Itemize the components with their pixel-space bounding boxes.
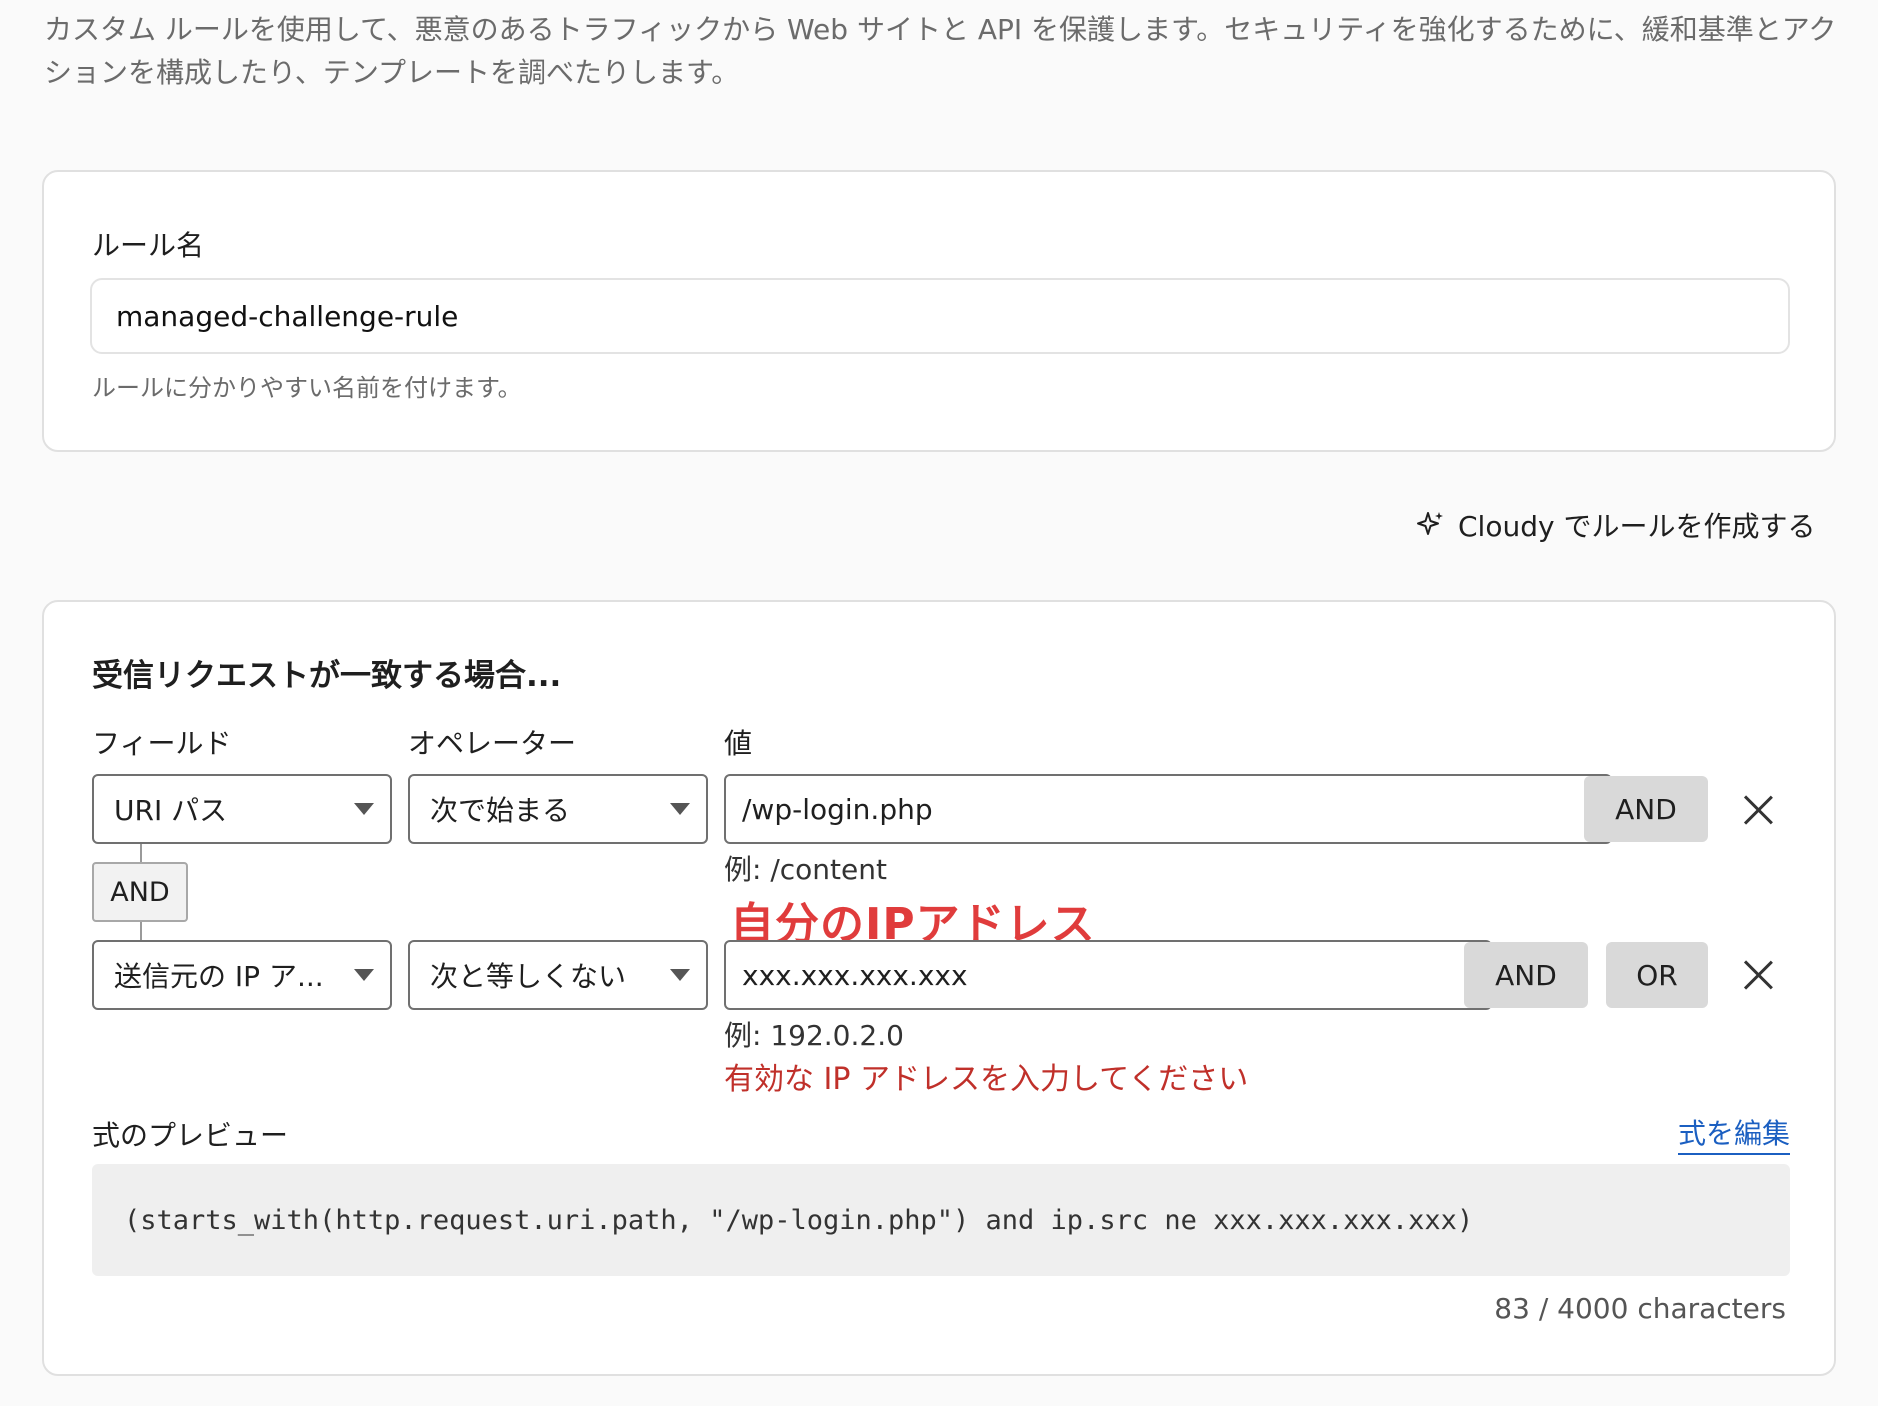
field-select-1[interactable]: URI パス: [92, 774, 392, 844]
operator-select-2[interactable]: 次と等しくない: [408, 940, 708, 1010]
sparkle-icon: [1417, 512, 1443, 535]
value-example-2: 例: 192.0.2.0: [724, 1019, 904, 1052]
chevron-down-icon: [354, 969, 374, 981]
value-input-1[interactable]: /wp-login.php: [724, 774, 1612, 844]
value-input-1-text: /wp-login.php: [742, 792, 933, 826]
expression-preview-box: (starts_with(http.request.uri.path, "/wp…: [92, 1164, 1790, 1276]
field-select-1-value: URI パス: [114, 794, 228, 827]
edit-expression-link[interactable]: 式を編集: [1678, 1112, 1791, 1155]
chevron-down-icon: [670, 803, 690, 815]
operator-select-1[interactable]: 次で始まる: [408, 774, 708, 844]
or-button-2[interactable]: OR: [1606, 942, 1708, 1008]
rule-name-label: ルール名: [92, 229, 205, 262]
rule-name-help: ルールに分かりやすい名前を付けます。: [92, 374, 522, 402]
rule-name-card: ルール名 managed-challenge-rule ルールに分かりやすい名前…: [42, 170, 1836, 452]
cloudy-create-rule-button[interactable]: Cloudy でルールを作成する: [1416, 505, 1815, 545]
chevron-down-icon: [670, 969, 690, 981]
rule-name-value: managed-challenge-rule: [116, 299, 459, 333]
connector-line-bottom: [140, 922, 142, 940]
value-example-1: 例: /content: [724, 853, 887, 886]
field-select-2-value: 送信元の IP ア...: [114, 960, 324, 993]
cloudy-label: Cloudy でルールを作成する: [1458, 510, 1816, 543]
field-column-label: フィールド: [92, 727, 232, 760]
character-counter: 83 / 4000 characters: [1494, 1292, 1786, 1325]
operator-select-1-value: 次で始まる: [430, 794, 571, 827]
value-input-2[interactable]: xxx.xxx.xxx.xxx: [724, 940, 1492, 1010]
expression-text: (starts_with(http.request.uri.path, "/wp…: [124, 1204, 1474, 1236]
operator-column-label: オペレーター: [408, 727, 577, 760]
ip-error-message: 有効な IP アドレスを入力してください: [724, 1062, 1249, 1097]
and-button-2[interactable]: AND: [1464, 942, 1588, 1008]
intro-description: カスタム ルールを使用して、悪意のあるトラフィックから Web サイトと API…: [44, 13, 1837, 89]
chevron-down-icon: [354, 803, 374, 815]
and-button-1[interactable]: AND: [1584, 776, 1708, 842]
close-icon[interactable]: [1743, 960, 1773, 990]
field-select-2[interactable]: 送信元の IP ア...: [92, 940, 392, 1010]
and-connector-chip: AND: [92, 862, 188, 922]
expression-preview-label: 式のプレビュー: [92, 1119, 289, 1152]
match-heading: 受信リクエストが一致する場合...: [92, 658, 562, 694]
value-column-label: 値: [724, 727, 753, 760]
operator-select-2-value: 次と等しくない: [430, 960, 627, 993]
connector-line-top: [140, 844, 142, 862]
rule-name-input[interactable]: managed-challenge-rule: [90, 278, 1790, 354]
match-conditions-card: 受信リクエストが一致する場合... フィールド オペレーター 値 URI パス …: [42, 600, 1836, 1376]
close-icon[interactable]: [1743, 795, 1773, 825]
value-input-2-text: xxx.xxx.xxx.xxx: [742, 958, 968, 992]
